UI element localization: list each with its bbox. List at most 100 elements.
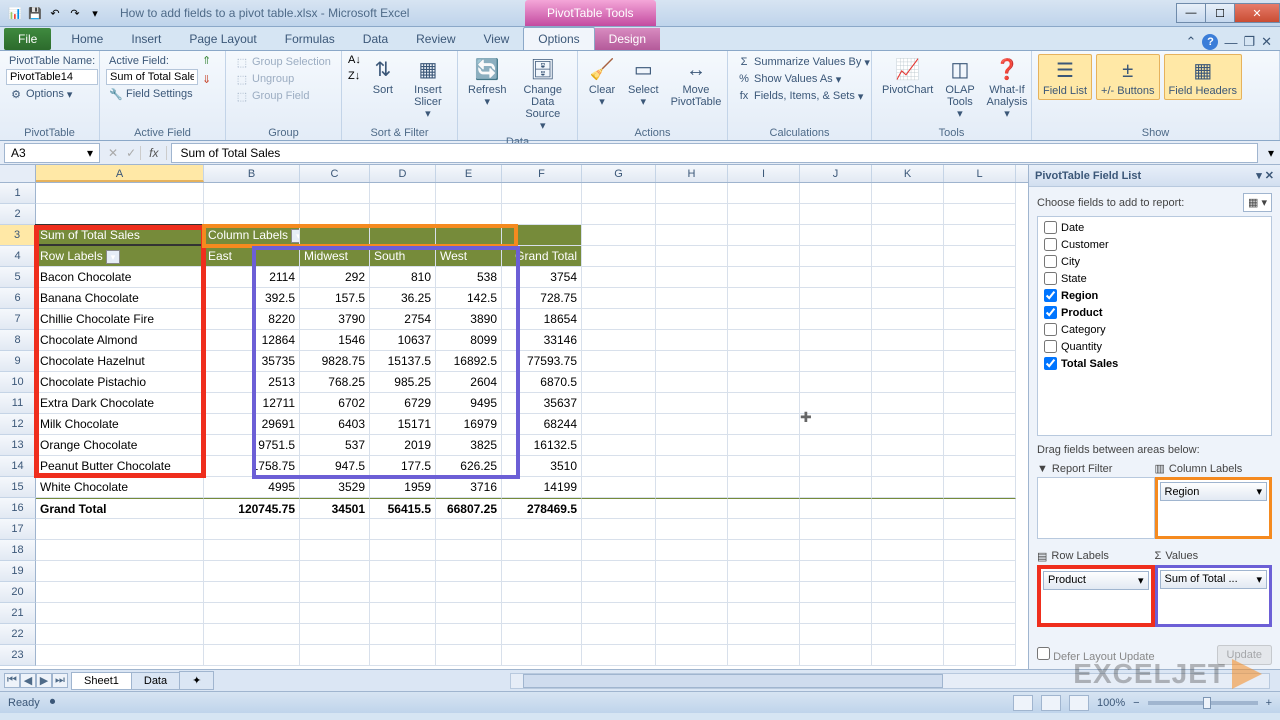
zoom-slider[interactable] [1148,701,1258,705]
tab-options[interactable]: Options [523,27,594,50]
maximize-button[interactable]: ☐ [1205,3,1235,23]
field-list-dropdown-icon[interactable]: ▾ [1256,170,1262,182]
tab-design[interactable]: Design [595,28,660,50]
tab-home[interactable]: Home [57,28,117,50]
options-button[interactable]: ⚙Options ▾ [6,86,98,102]
doc-restore-icon[interactable]: ❐ [1243,34,1255,50]
insert-slicer-button[interactable]: ▦Insert Slicer ▾ [405,54,451,122]
macro-record-icon[interactable]: ⏺ [50,696,56,709]
olap-tools-button: ◫OLAP Tools ▾ [941,54,978,122]
name-box[interactable]: A3▾ [4,143,100,163]
field-quantity[interactable]: Quantity [1038,338,1271,355]
tab-file[interactable]: File [4,28,51,50]
select-button[interactable]: ▭Select ▾ [624,54,663,110]
status-ready: Ready [8,697,40,709]
refresh-icon: 🔄 [473,56,501,84]
field-list-button[interactable]: ☰Field List [1038,54,1092,100]
undo-icon[interactable]: ↶ [46,4,64,22]
redo-icon[interactable]: ↷ [66,4,84,22]
field-total sales[interactable]: Total Sales [1038,355,1271,372]
refresh-button[interactable]: 🔄Refresh ▾ [464,54,511,110]
field-category[interactable]: Category [1038,321,1271,338]
group-label-actions: Actions [584,125,721,139]
collapse-field-icon[interactable]: ⇓ [202,73,211,86]
field-customer[interactable]: Customer [1038,236,1271,253]
tab-insert[interactable]: Insert [117,28,175,50]
enter-icon[interactable]: ✓ [122,146,140,160]
pm-buttons-button[interactable]: ±+/- Buttons [1096,54,1160,100]
close-button[interactable]: ✕ [1234,3,1280,23]
field-date[interactable]: Date [1038,219,1271,236]
save-icon[interactable]: 💾 [26,4,44,22]
prev-sheet-icon[interactable]: ◀ [20,673,36,688]
sum-pill[interactable]: Sum of Total ...▾ [1160,570,1268,589]
fx-button[interactable]: fx [140,146,167,160]
move-pivottable-button[interactable]: ↔Move PivotTable [667,54,726,110]
sort-asc-icon[interactable]: A↓ [348,54,361,66]
values-area[interactable]: Sum of Total ...▾ [1155,565,1273,627]
ungroup-icon: ⬚ [235,72,249,86]
minimize-button[interactable]: — [1176,3,1206,23]
row-labels-area[interactable]: Product▾ [1037,565,1155,627]
tab-data[interactable]: Data [349,28,402,50]
worksheet-grid[interactable]: ABCDEFGHIJKL 123Sum of Total SalesColumn… [0,165,1028,669]
show-values-as-button[interactable]: %Show Values As ▾ [734,71,873,87]
group-icon: ⬚ [235,55,249,69]
product-pill[interactable]: Product▾ [1043,571,1149,590]
group-label-active-field: Active Field [106,125,219,139]
qat-dropdown-icon[interactable]: ▾ [86,4,104,22]
change-data-source-button[interactable]: 🗄Change Data Source ▾ [515,54,571,134]
pivottable-name-input[interactable] [6,69,98,85]
page-break-view-button[interactable] [1069,695,1089,711]
page-layout-view-button[interactable] [1041,695,1061,711]
expand-field-icon[interactable]: ⇑ [202,54,211,67]
clear-button[interactable]: 🧹Clear ▾ [584,54,620,110]
plusminus-icon: ± [1114,57,1142,85]
last-sheet-icon[interactable]: ⏭ [52,673,68,688]
chevron-down-icon[interactable]: ▾ [87,146,93,160]
active-field-input[interactable] [106,69,198,85]
doc-minimize-icon[interactable]: — [1224,35,1237,50]
formula-input[interactable]: Sum of Total Sales [171,143,1258,163]
cancel-icon[interactable]: ✕ [104,146,122,160]
group-label-show: Show [1038,125,1273,139]
sheet-tab-sheet1[interactable]: Sheet1 [71,672,132,690]
first-sheet-icon[interactable]: ⏮ [4,673,20,688]
column-labels-area[interactable]: Region▾ [1155,477,1273,539]
minimize-ribbon-icon[interactable]: ⌃ [1186,34,1197,50]
tab-review[interactable]: Review [402,28,469,50]
field-region[interactable]: Region [1038,287,1271,304]
field-state[interactable]: State [1038,270,1271,287]
field-headers-button[interactable]: ▦Field Headers [1164,54,1242,100]
cell-cursor-icon: ✚ [800,409,812,426]
field-settings-button[interactable]: 🔧Field Settings [106,86,198,102]
fields-items-sets-button[interactable]: fxFields, Items, & Sets ▾ [734,88,873,104]
field-list-fields[interactable]: DateCustomerCityStateRegionProductCatego… [1037,216,1272,436]
field-list-layout-button[interactable]: ▦ ▾ [1243,193,1272,212]
zoom-out-icon[interactable]: − [1133,697,1139,709]
new-sheet-button[interactable]: ✦ [179,671,214,690]
help-icon[interactable]: ? [1202,34,1218,50]
pivotchart-button[interactable]: 📈PivotChart [878,54,937,98]
field-list-close-icon[interactable]: ✕ [1265,170,1274,182]
normal-view-button[interactable] [1013,695,1033,711]
region-pill[interactable]: Region▾ [1160,482,1268,501]
choose-fields-label: Choose fields to add to report: [1037,197,1184,209]
report-filter-area[interactable] [1037,477,1155,539]
sheet-tab-data[interactable]: Data [131,672,180,690]
gear-icon: ⚙ [9,87,23,101]
field-city[interactable]: City [1038,253,1271,270]
zoom-in-icon[interactable]: + [1266,697,1272,709]
tab-formulas[interactable]: Formulas [271,28,349,50]
summarize-values-button[interactable]: ΣSummarize Values By ▾ [734,54,873,70]
zoom-level[interactable]: 100% [1097,697,1125,709]
doc-close-icon[interactable]: ✕ [1261,34,1272,50]
sort-desc-icon[interactable]: Z↓ [348,70,361,82]
tab-page-layout[interactable]: Page Layout [175,28,270,50]
column-labels-header: ▥Column Labels [1155,460,1273,477]
tab-view[interactable]: View [470,28,524,50]
next-sheet-icon[interactable]: ▶ [36,673,52,688]
field-product[interactable]: Product [1038,304,1271,321]
expand-formula-icon[interactable]: ▾ [1262,146,1280,160]
sort-button[interactable]: ⇅Sort [365,54,401,98]
